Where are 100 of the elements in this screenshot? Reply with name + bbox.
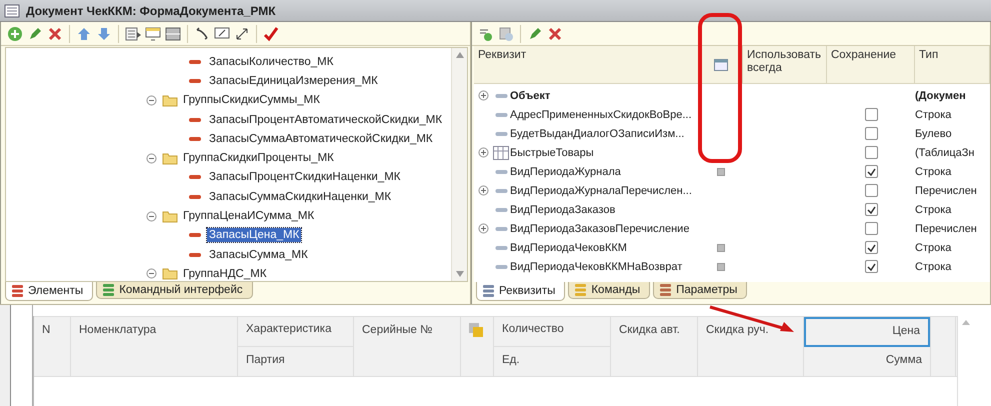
column-header[interactable]: Скидка авт. [611, 317, 697, 343]
column-header[interactable]: Партия [238, 347, 353, 376]
checkbox[interactable] [864, 184, 878, 197]
attribute-icon [494, 244, 508, 250]
tree-item-label[interactable]: ЗапасыСумма_МК [207, 248, 310, 262]
type-cell-text: Строка [915, 108, 952, 120]
column-header[interactable]: Реквизит [474, 46, 699, 83]
attribute-name[interactable]: БыстрыеТовары [510, 146, 699, 158]
check-icon[interactable] [263, 26, 279, 42]
collapse-icon[interactable] [146, 210, 157, 222]
tree-item-label[interactable]: ЗапасыСуммаАвтоматическойСкидки_МК [207, 132, 435, 146]
expand-icon[interactable] [478, 147, 488, 158]
tree-item-label[interactable]: ЗапасыСуммаСкидкиНаценки_МК [207, 190, 394, 204]
scroll-down-icon[interactable] [456, 271, 464, 277]
type-cell-text: Строка [915, 242, 952, 254]
checkbox[interactable] [864, 222, 878, 235]
attribute-icon [188, 174, 202, 180]
checkbox[interactable] [864, 203, 878, 216]
tree-item-label[interactable]: ЗапасыКоличество_МК [207, 54, 336, 69]
panel-dropdown-icon[interactable] [165, 26, 181, 42]
scrollbar[interactable] [451, 48, 467, 281]
resize-monitor-icon[interactable] [214, 26, 230, 42]
tab[interactable]: Параметры [653, 282, 748, 299]
attribute-name[interactable]: АдресПримененныхСкидокВоВре... [510, 108, 699, 120]
tree-item-label[interactable]: ЗапасыПроцентАвтоматическойСкидки_МК [207, 112, 444, 127]
type-cell-text: (ТаблицаЗн [915, 146, 976, 158]
column-header[interactable]: Характеристика [238, 317, 353, 347]
attribute-name[interactable]: ВидПериодаЗаказовПеречисление [510, 222, 699, 234]
tab[interactable]: Командный интерфейс [96, 282, 253, 299]
column-header[interactable]: Сохранение [827, 46, 915, 83]
tree-item-label[interactable]: ЗапасыПроцентСкидкиНаценки_МК [207, 170, 402, 184]
tab[interactable]: Команды [568, 282, 650, 299]
attribute-icon [494, 112, 508, 118]
attribute-icon [188, 116, 202, 123]
column-header[interactable]: N [34, 317, 70, 343]
tree-item-label[interactable]: ЗапасыЦена_МК [207, 228, 302, 242]
collapse-icon[interactable] [146, 94, 157, 106]
column-header[interactable]: Скидка руч. [698, 317, 803, 343]
monitor-dropdown-icon[interactable] [145, 26, 161, 42]
checkbox[interactable] [864, 127, 878, 140]
attribute-name[interactable]: ВидПериодаЖурнала [510, 166, 699, 178]
pencil-icon[interactable] [27, 26, 43, 42]
collapse-icon[interactable] [146, 152, 157, 164]
attribute-name[interactable]: БудетВыданДиалогОЗаписиИзм... [510, 128, 699, 140]
expand-icon[interactable] [478, 223, 488, 234]
move-down-icon[interactable] [96, 26, 112, 42]
attribute-icon [494, 130, 508, 136]
diagonal-arrow-icon[interactable] [234, 26, 250, 42]
add-table-icon[interactable] [498, 26, 514, 42]
attribute-icon [494, 188, 508, 194]
list-icon [660, 284, 672, 296]
checkbox[interactable] [864, 241, 878, 254]
expand-icon[interactable] [478, 185, 488, 196]
list-arrow-icon[interactable] [125, 26, 141, 42]
tab[interactable]: Реквизиты [476, 282, 566, 301]
attribute-icon [188, 136, 202, 142]
type-cell-text: (Докумен [915, 90, 967, 102]
column-header[interactable]: Сумма [804, 347, 930, 376]
column-header[interactable]: Тип [915, 46, 990, 83]
expand-icon[interactable] [478, 90, 488, 101]
tab[interactable]: Элементы [5, 282, 94, 301]
tree-item-label[interactable]: ЗапасыЕдиницаИзмерения_МК [207, 74, 380, 88]
pencil-icon[interactable] [527, 26, 543, 42]
attribute-name[interactable]: ВидПериодаЧековККМНаВозврат [510, 260, 699, 272]
checkbox[interactable] [864, 108, 878, 121]
scroll-up-icon[interactable] [456, 52, 464, 58]
attribute-icon [494, 92, 508, 98]
type-cell-text: Перечислен [915, 184, 978, 196]
column-header[interactable]: Использовать всегда [743, 46, 827, 83]
scrollbar[interactable] [957, 316, 973, 406]
delete-icon[interactable] [47, 26, 63, 42]
attribute-name[interactable]: ВидПериодаЗаказов [510, 204, 699, 216]
add-icon[interactable] [7, 26, 23, 42]
column-header[interactable]: Количество [494, 317, 610, 347]
type-cell-text: Перечислен [915, 222, 978, 234]
delete-icon[interactable] [547, 26, 563, 42]
form-icon [4, 4, 20, 18]
attribute-name[interactable]: ВидПериодаЖурналаПеречислен... [510, 184, 699, 196]
attribute-icon [494, 206, 508, 212]
curved-arrows-icon[interactable] [194, 26, 210, 42]
tree-group-label[interactable]: ГруппаЦенаИСумма_МК [183, 210, 314, 222]
tree-group-label[interactable]: ГруппаНДС_МК [183, 268, 267, 280]
checkbox[interactable] [864, 260, 878, 273]
tree-group-label[interactable]: ГруппаСкидкиПроценты_МК [183, 152, 334, 164]
column-header[interactable]: Ед. [494, 347, 610, 376]
folder-icon [162, 152, 178, 165]
list-icon [12, 285, 23, 297]
collapse-icon[interactable] [146, 268, 157, 280]
attribute-name[interactable]: Объект [510, 90, 699, 102]
move-up-icon[interactable] [76, 26, 92, 42]
column-header[interactable]: Номенклатура [71, 317, 237, 343]
tree-group-label[interactable]: ГруппыСкидкиСуммы_МК [183, 94, 320, 106]
checkbox[interactable] [864, 165, 878, 178]
list-icon [483, 285, 494, 297]
attribute-icon [188, 232, 202, 238]
attribute-name[interactable]: ВидПериодаЧековККМ [510, 242, 699, 254]
attribute-icon [188, 78, 202, 84]
list-icon [103, 284, 114, 296]
column-header[interactable]: Серийные № [354, 317, 460, 343]
checkbox[interactable] [864, 146, 878, 159]
